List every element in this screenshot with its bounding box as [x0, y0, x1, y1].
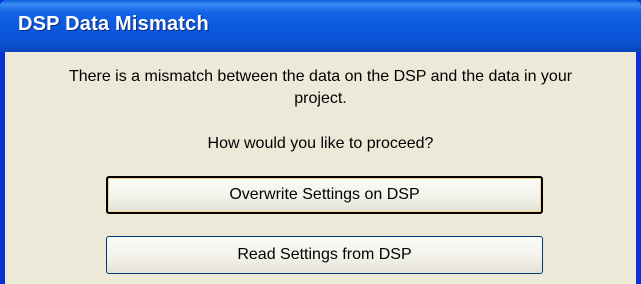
read-settings-button[interactable]: Read Settings from DSP	[106, 236, 543, 274]
dialog-content: There is a mismatch between the data on …	[5, 52, 636, 284]
title-bar[interactable]: DSP Data Mismatch	[0, 0, 641, 52]
mismatch-message: There is a mismatch between the data on …	[5, 66, 636, 110]
proceed-question: How would you like to proceed?	[207, 135, 434, 152]
overwrite-settings-button[interactable]: Overwrite Settings on DSP	[106, 176, 543, 214]
message-line-1: There is a mismatch between the data on …	[68, 68, 573, 85]
window-title: DSP Data Mismatch	[18, 13, 209, 35]
dsp-mismatch-dialog: DSP Data Mismatch There is a mismatch be…	[0, 0, 641, 284]
message-line-2: project.	[294, 90, 347, 107]
